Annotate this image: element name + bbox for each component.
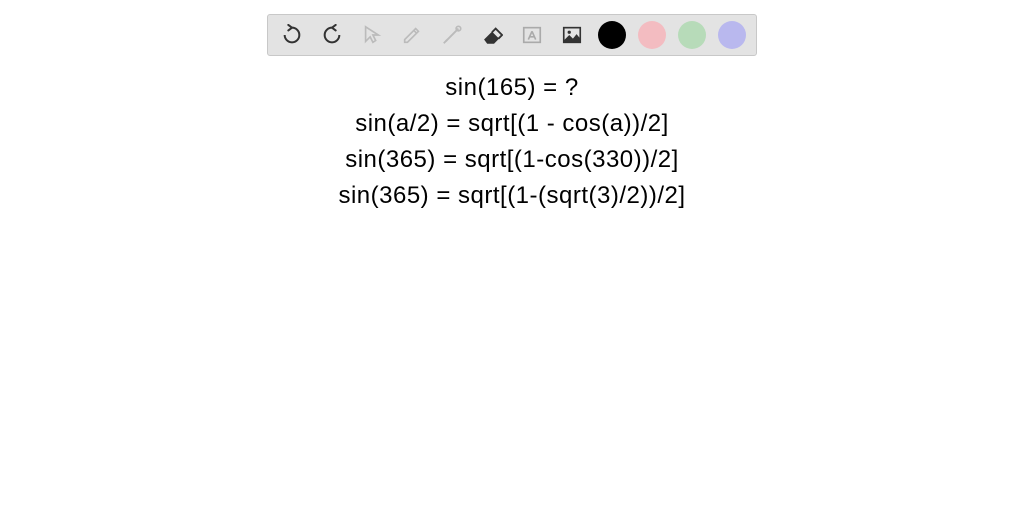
pencil-icon (401, 24, 423, 46)
undo-icon (281, 24, 303, 46)
pencil-button[interactable] (398, 21, 426, 49)
color-black-button[interactable] (598, 21, 626, 49)
eraser-icon (481, 24, 503, 46)
math-line-2: sin(a/2) = sqrt[(1 - cos(a))/2] (355, 110, 669, 138)
tools-icon (441, 24, 463, 46)
image-button[interactable] (558, 21, 586, 49)
math-line-3: sin(365) = sqrt[(1-cos(330))/2] (345, 146, 679, 174)
tools-button[interactable] (438, 21, 466, 49)
canvas-content: sin(165) = ? sin(a/2) = sqrt[(1 - cos(a)… (338, 74, 685, 210)
color-green-button[interactable] (678, 21, 706, 49)
pointer-button[interactable] (358, 21, 386, 49)
color-pink-button[interactable] (638, 21, 666, 49)
redo-icon (321, 24, 343, 46)
image-icon (561, 24, 583, 46)
math-line-1: sin(165) = ? (445, 74, 578, 102)
undo-button[interactable] (278, 21, 306, 49)
toolbar (267, 14, 757, 56)
math-line-4: sin(365) = sqrt[(1-(sqrt(3)/2))/2] (338, 182, 685, 210)
color-purple-button[interactable] (718, 21, 746, 49)
textbox-icon (521, 24, 543, 46)
redo-button[interactable] (318, 21, 346, 49)
pointer-icon (361, 24, 383, 46)
eraser-button[interactable] (478, 21, 506, 49)
textbox-button[interactable] (518, 21, 546, 49)
